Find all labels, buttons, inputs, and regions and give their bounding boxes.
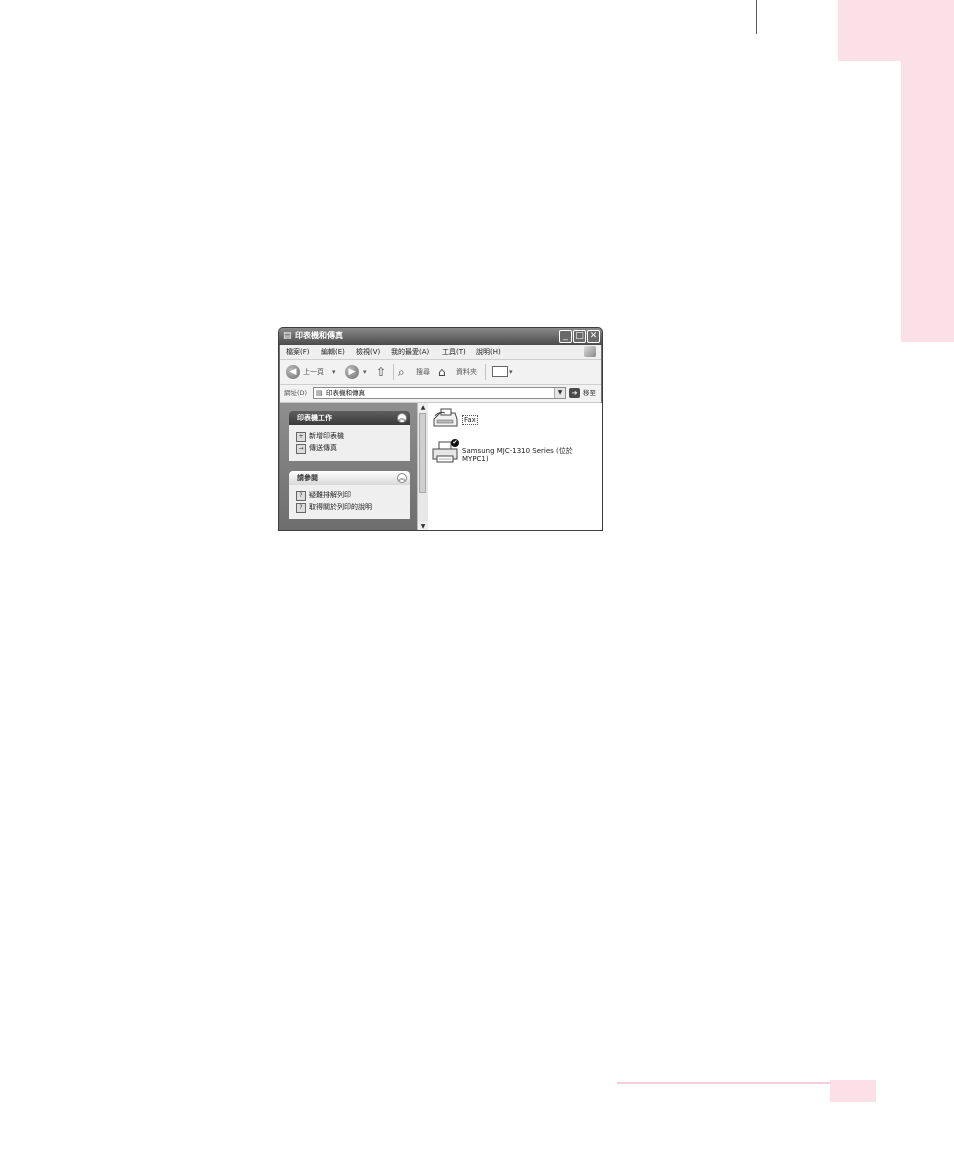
printer-tasks-panel: 印表機工作 ︽ + 新增印表機 → 傳送傳真	[289, 411, 410, 461]
collapse-chevron-icon[interactable]: ︽	[397, 473, 407, 483]
window-title: 印表機和傳真	[295, 331, 343, 340]
help-icon: ?	[296, 491, 306, 501]
scroll-thumb[interactable]	[419, 413, 426, 493]
printer-folder-icon: ▤	[283, 331, 292, 341]
address-value: 印表機和傳真	[326, 389, 365, 397]
go-arrow-icon[interactable]: ➔	[569, 388, 580, 398]
page-side-tab	[901, 61, 954, 342]
printer-list: Fax ✔ Samsung MJC-1310 Series (位於 MYPC1)	[428, 403, 602, 530]
printer-tasks-body: + 新增印表機 → 傳送傳真	[289, 425, 410, 461]
send-fax-link[interactable]: → 傳送傳真	[296, 443, 406, 454]
toolbar-separator	[485, 364, 486, 380]
add-printer-link[interactable]: + 新增印表機	[296, 431, 406, 442]
folders-icon[interactable]: ⌂	[438, 365, 446, 379]
page-number-box	[830, 1080, 876, 1102]
task-pane-scrollbar[interactable]: ▲ ▼	[417, 403, 428, 530]
footer-rule	[617, 1082, 830, 1084]
see-also-header[interactable]: 請參閱 ︽	[289, 471, 410, 485]
menu-favorites[interactable]: 我的最愛(A)	[391, 347, 429, 357]
troubleshoot-printing-label: 疑難排解列印	[309, 491, 351, 499]
task-pane: 印表機工作 ︽ + 新增印表機 → 傳送傳真 請參閱 ︽ ? 疑難排解列印 ? …	[280, 403, 417, 530]
printing-help-label: 取得關於列印的說明	[309, 503, 372, 511]
address-input[interactable]: ▤ 印表機和傳真 ▼	[313, 387, 566, 399]
address-bar: 網址(D) ▤ 印表機和傳真 ▼ ➔ 移至	[280, 385, 601, 403]
printer-folder-icon: ▤	[316, 389, 323, 397]
menu-file[interactable]: 檔案(F)	[286, 347, 310, 357]
crop-mark	[756, 0, 757, 34]
views-icon[interactable]	[492, 366, 508, 377]
windows-logo-icon	[584, 346, 596, 357]
default-printer-check-icon: ✔	[451, 439, 459, 447]
see-also-title: 請參閱	[297, 474, 318, 482]
menu-tools[interactable]: 工具(T)	[442, 347, 466, 357]
address-dropdown-icon[interactable]: ▼	[554, 388, 565, 398]
printer-tasks-title: 印表機工作	[297, 414, 332, 422]
views-dropdown-icon[interactable]: ▾	[509, 367, 513, 377]
see-also-body: ? 疑難排解列印 ? 取得關於列印的說明	[289, 485, 410, 519]
search-icon[interactable]: ⌕	[398, 365, 405, 379]
samsung-printer-label[interactable]: Samsung MJC-1310 Series (位於 MYPC1)	[462, 447, 594, 463]
menu-bar: 檔案(F) 編輯(E) 檢視(V) 我的最愛(A) 工具(T) 說明(H)	[280, 345, 601, 360]
see-also-panel: 請參閱 ︽ ? 疑難排解列印 ? 取得關於列印的說明	[289, 471, 410, 521]
back-dropdown-icon[interactable]: ▾	[332, 367, 336, 377]
printing-help-link[interactable]: ? 取得關於列印的說明	[296, 502, 406, 513]
add-printer-icon: +	[296, 432, 306, 442]
forward-arrow-icon[interactable]: ▶	[345, 365, 359, 379]
minimize-button[interactable]: _	[559, 330, 572, 343]
back-button-label[interactable]: 上一頁	[303, 367, 324, 377]
close-button[interactable]: ✕	[587, 330, 600, 343]
printer-tasks-header[interactable]: 印表機工作 ︽	[289, 411, 410, 425]
page-tab-marker	[838, 0, 954, 61]
printers-and-faxes-window: ▤ 印表機和傳真 _ □ ✕ 檔案(F) 編輯(E) 檢視(V) 我的最愛(A)…	[278, 327, 603, 531]
send-fax-label: 傳送傳真	[309, 444, 337, 452]
troubleshoot-printing-link[interactable]: ? 疑難排解列印	[296, 490, 406, 501]
help-icon: ?	[296, 503, 306, 513]
menu-edit[interactable]: 編輯(E)	[321, 347, 345, 357]
toolbar-separator	[393, 364, 394, 380]
maximize-button[interactable]: □	[573, 330, 586, 343]
collapse-chevron-icon[interactable]: ︽	[397, 413, 407, 423]
folders-button-label[interactable]: 資料夾	[456, 367, 477, 377]
forward-dropdown-icon[interactable]: ▾	[363, 367, 367, 377]
send-fax-icon: →	[296, 444, 306, 454]
go-button-label[interactable]: 移至	[583, 389, 596, 398]
address-label: 網址(D)	[284, 389, 308, 397]
fax-icon[interactable]	[431, 407, 459, 431]
standard-toolbar: ◀ 上一頁 ▾ ▶ ▾ ⇧ ⌕ 搜尋 ⌂ 資料夾 ▾	[280, 360, 601, 385]
scroll-down-icon[interactable]: ▼	[418, 522, 428, 530]
fax-printer-label[interactable]: Fax	[462, 415, 478, 425]
menu-view[interactable]: 檢視(V)	[356, 347, 380, 357]
scroll-up-icon[interactable]: ▲	[418, 403, 428, 412]
up-folder-icon[interactable]: ⇧	[376, 365, 386, 379]
back-arrow-icon[interactable]: ◀	[286, 365, 300, 379]
title-bar[interactable]: ▤ 印表機和傳真 _ □ ✕	[279, 328, 602, 345]
search-button-label[interactable]: 搜尋	[416, 367, 430, 377]
menu-help[interactable]: 說明(H)	[476, 347, 501, 357]
add-printer-label: 新增印表機	[309, 432, 344, 440]
